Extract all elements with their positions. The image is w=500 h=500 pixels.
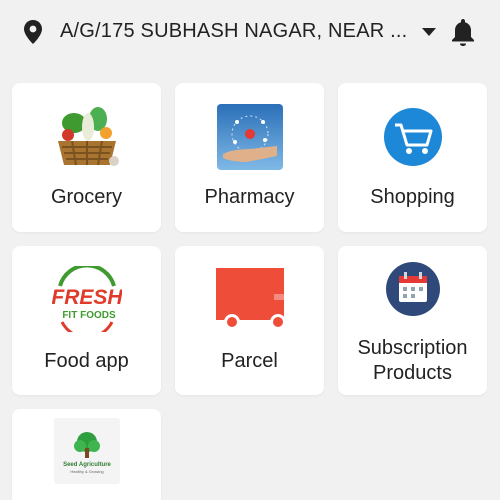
service-label: Shopping <box>370 186 455 208</box>
service-label: Subscription Products <box>357 337 468 384</box>
notification-bell-icon[interactable] <box>450 17 476 46</box>
service-card-food-app[interactable]: FRESH FIT FOODS Food app <box>12 246 161 395</box>
service-card-subscription[interactable]: Subscription Products <box>338 246 487 395</box>
fresh-fit-foods-logo: FRESH FIT FOODS <box>52 266 122 332</box>
service-card-shopping[interactable]: Shopping <box>338 83 487 232</box>
service-label: Pharmacy <box>204 186 295 208</box>
service-card-grocery[interactable]: Grocery <box>12 83 161 232</box>
location-pin-icon <box>24 20 42 44</box>
seed-agriculture-logo: Seed Agriculture Healthy & Growing <box>54 418 120 484</box>
service-card-parcel[interactable]: Parcel <box>175 246 324 395</box>
service-label: Food app <box>44 350 129 372</box>
delivery-truck-icon <box>216 268 284 330</box>
logo-text-seed: Seed Agriculture <box>63 462 111 468</box>
pharmacy-icon <box>217 104 283 170</box>
service-label: Grocery <box>50 186 123 208</box>
location-bar[interactable]: A/G/175 SUBHASH NAGAR, NEAR ... <box>0 0 500 66</box>
logo-text-fresh: FRESH <box>52 286 122 309</box>
logo-text-fit-foods: FIT FOODS <box>62 310 116 321</box>
service-card-seed-agriculture[interactable]: Seed Agriculture Healthy & Growing <box>12 409 161 500</box>
service-card-pharmacy[interactable]: Pharmacy <box>175 83 324 232</box>
calendar-icon <box>386 262 440 316</box>
service-label: Parcel <box>221 350 278 372</box>
shopping-cart-icon <box>384 108 442 166</box>
grocery-basket-icon <box>58 107 119 166</box>
logo-text-tagline: Healthy & Growing <box>70 469 103 474</box>
chevron-down-icon[interactable] <box>421 27 437 37</box>
delivery-address[interactable]: A/G/175 SUBHASH NAGAR, NEAR ... <box>60 20 420 43</box>
